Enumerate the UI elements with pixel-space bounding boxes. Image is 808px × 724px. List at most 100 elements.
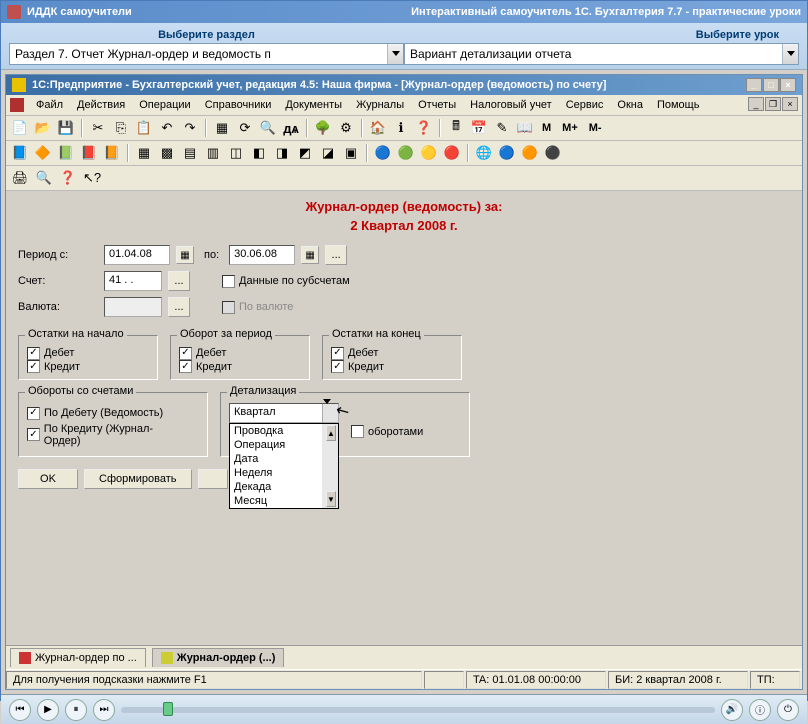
child-minimize-button[interactable]: _ <box>748 97 764 111</box>
refresh-icon[interactable]: ⟳ <box>235 118 255 138</box>
menu-actions[interactable]: Действия <box>71 97 131 113</box>
pen-icon[interactable]: ✎ <box>492 118 512 138</box>
save-icon[interactable]: 💾 <box>56 118 76 138</box>
menu-reports[interactable]: Отчеты <box>412 97 462 113</box>
binoculars-icon[interactable]: дѧ <box>281 118 301 138</box>
menu-operations[interactable]: Операции <box>133 97 196 113</box>
preview-icon[interactable]: 🔍 <box>34 168 54 188</box>
child-restore-button[interactable]: ❐ <box>765 97 781 111</box>
tb-icon-10[interactable]: ◫ <box>226 143 246 163</box>
tb-icon-19[interactable]: 🔴 <box>442 143 462 163</box>
tb-icon-7[interactable]: ▩ <box>157 143 177 163</box>
m-minus-button[interactable]: М- <box>585 118 606 138</box>
open-icon[interactable]: 📂 <box>33 118 53 138</box>
account-input[interactable]: 41 . . <box>104 271 162 291</box>
date-from-input[interactable]: 01.04.08 <box>104 245 170 265</box>
debit-ledger-checkbox[interactable]: По Дебету (Ведомость) <box>27 407 163 420</box>
find-icon[interactable]: 🔍 <box>258 118 278 138</box>
progress-slider[interactable] <box>121 707 715 713</box>
next-button[interactable]: ⏭ <box>93 699 115 721</box>
tab-journal-2[interactable]: Журнал-ордер (...) <box>152 648 285 667</box>
tb-icon-2[interactable]: 🔶 <box>33 143 53 163</box>
tb-icon-8[interactable]: ▤ <box>180 143 200 163</box>
ok-button[interactable]: OK <box>18 469 78 489</box>
help-icon[interactable]: ❓ <box>414 118 434 138</box>
dropdown-scrollbar[interactable]: ▲ ▼ <box>322 424 338 508</box>
menu-tax[interactable]: Налоговый учет <box>464 97 558 113</box>
tb-icon-22[interactable]: 🟠 <box>520 143 540 163</box>
book-icon[interactable]: 📖 <box>515 118 535 138</box>
copy-icon[interactable]: ⎘ <box>111 118 131 138</box>
end-credit-checkbox[interactable]: Кредит <box>331 360 384 373</box>
menu-journals[interactable]: Журналы <box>350 97 410 113</box>
menu-directories[interactable]: Справочники <box>199 97 278 113</box>
calendar-icon[interactable]: ▦ <box>301 246 319 264</box>
date-to-input[interactable]: 30.06.08 <box>229 245 295 265</box>
print-icon[interactable]: 🖨 <box>10 168 30 188</box>
tb-icon-17[interactable]: 🟢 <box>396 143 416 163</box>
house-icon[interactable]: 🏠 <box>368 118 388 138</box>
new-icon[interactable]: 📄 <box>10 118 30 138</box>
tb-icon-1[interactable]: 📘 <box>10 143 30 163</box>
tb-icon-5[interactable]: 📙 <box>102 143 122 163</box>
play-button[interactable]: ▶ <box>37 699 59 721</box>
subaccounts-checkbox[interactable]: Данные по субсчетам <box>222 275 350 288</box>
m-plus-button[interactable]: М+ <box>558 118 582 138</box>
tb-icon-13[interactable]: ◩ <box>295 143 315 163</box>
calendar-icon[interactable]: ▦ <box>176 246 194 264</box>
detail-combobox[interactable]: Квартал <box>229 403 339 423</box>
end-debit-checkbox[interactable]: Дебет <box>331 347 378 360</box>
tb-icon-3[interactable]: 📗 <box>56 143 76 163</box>
minimize-button[interactable]: _ <box>746 78 762 92</box>
help2-icon[interactable]: ❓ <box>58 168 78 188</box>
tb-icon-20[interactable]: 🌐 <box>474 143 494 163</box>
tb-icon-15[interactable]: ▣ <box>341 143 361 163</box>
detail-dropdown-list[interactable]: Проводка Операция Дата Неделя Декада Мес… <box>229 423 339 509</box>
tb-icon-4[interactable]: 📕 <box>79 143 99 163</box>
menu-documents[interactable]: Документы <box>279 97 348 113</box>
form-button[interactable]: Сформировать <box>84 469 192 489</box>
hidden-button[interactable] <box>198 469 228 489</box>
credit-journal-checkbox[interactable]: По Кредиту (Журнал-Ордер) <box>27 423 187 447</box>
tb-icon-14[interactable]: ◪ <box>318 143 338 163</box>
menu-windows[interactable]: Окна <box>611 97 649 113</box>
pointer-icon[interactable]: ↖? <box>82 168 102 188</box>
paste-icon[interactable]: 📋 <box>134 118 154 138</box>
chevron-down-icon[interactable] <box>387 44 403 64</box>
info-button[interactable]: ⓘ <box>749 699 771 721</box>
currency-select-button[interactable]: ... <box>168 297 190 317</box>
ellipsis-button[interactable]: ... <box>325 245 347 265</box>
start-credit-checkbox[interactable]: Кредит <box>27 360 80 373</box>
maximize-button[interactable]: □ <box>763 78 779 92</box>
tab-journal-1[interactable]: Журнал-ордер по ... <box>10 648 146 667</box>
slider-thumb[interactable] <box>163 702 173 716</box>
cut-icon[interactable]: ✂ <box>88 118 108 138</box>
menu-help[interactable]: Помощь <box>651 97 706 113</box>
menu-service[interactable]: Сервис <box>560 97 610 113</box>
tb-icon-11[interactable]: ◧ <box>249 143 269 163</box>
section-combo[interactable]: Раздел 7. Отчет Журнал-ордер и ведомость… <box>9 43 404 65</box>
period-credit-checkbox[interactable]: Кредит <box>179 360 232 373</box>
menu-file[interactable]: Файл <box>30 97 69 113</box>
grid-icon[interactable]: ▦ <box>212 118 232 138</box>
m-button[interactable]: М <box>538 118 555 138</box>
tb-icon-21[interactable]: 🔵 <box>497 143 517 163</box>
tb-icon-9[interactable]: ▥ <box>203 143 223 163</box>
chevron-down-icon[interactable] <box>782 44 798 64</box>
info-icon[interactable]: ℹ <box>391 118 411 138</box>
period-debit-checkbox[interactable]: Дебет <box>179 347 226 360</box>
lesson-combo[interactable]: Вариант детализации отчета <box>404 43 799 65</box>
close-button[interactable]: × <box>780 78 796 92</box>
scroll-down-icon[interactable]: ▼ <box>326 491 336 507</box>
tree-icon[interactable]: 🌳 <box>313 118 333 138</box>
calc-icon[interactable]: 🖩 <box>446 118 466 138</box>
account-select-button[interactable]: ... <box>168 271 190 291</box>
undo-icon[interactable]: ↶ <box>157 118 177 138</box>
calendar-icon[interactable]: 📅 <box>469 118 489 138</box>
exit-button[interactable]: ⏻ <box>777 699 799 721</box>
with-turnover-checkbox[interactable]: оборотами <box>351 425 423 438</box>
tb-icon-16[interactable]: 🔵 <box>373 143 393 163</box>
chevron-down-icon[interactable] <box>322 404 338 422</box>
tb-icon-6[interactable]: ▦ <box>134 143 154 163</box>
child-close-button[interactable]: × <box>782 97 798 111</box>
